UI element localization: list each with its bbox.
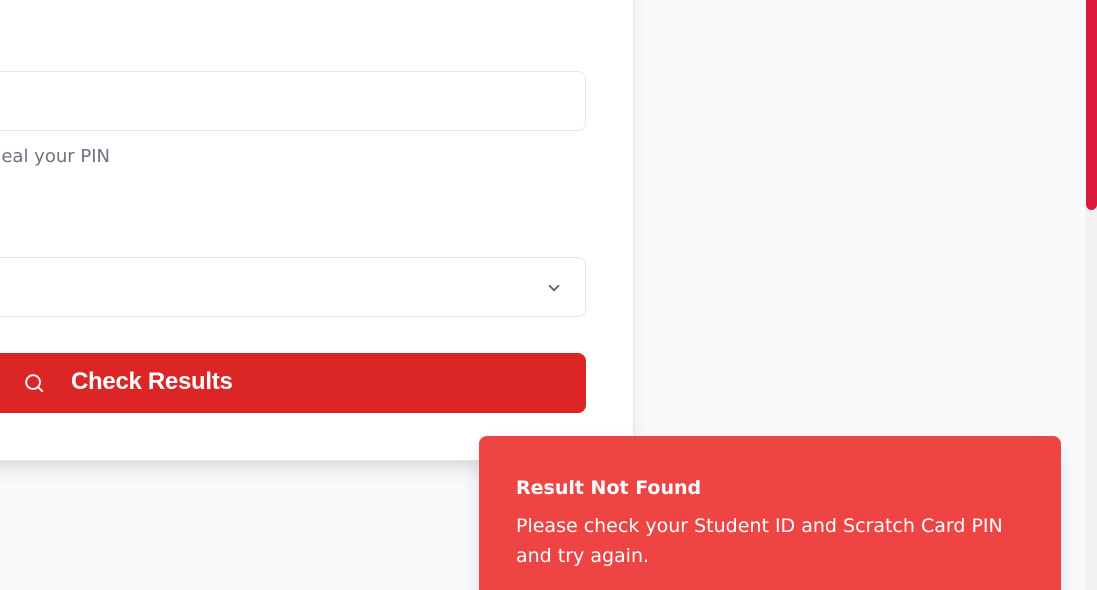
check-results-button[interactable]: Check Results bbox=[0, 353, 586, 413]
result-check-form-card: eal your PIN Check Results bbox=[0, 0, 634, 461]
page: eal your PIN Check Results Result Not Fo… bbox=[0, 0, 1097, 590]
term-select[interactable] bbox=[0, 257, 586, 317]
scrollbar-thumb[interactable] bbox=[1086, 0, 1097, 210]
toast-message: Please check your Student ID and Scratch… bbox=[516, 515, 1003, 567]
chevron-down-icon bbox=[548, 284, 560, 292]
pin-hint-text: eal your PIN bbox=[1, 146, 110, 167]
check-results-label: Check Results bbox=[71, 368, 233, 395]
error-toast[interactable]: Result Not Found Please check your Stude… bbox=[479, 436, 1061, 590]
search-icon bbox=[25, 374, 44, 393]
toast-title: Result Not Found bbox=[516, 477, 702, 499]
pin-input[interactable] bbox=[0, 71, 586, 131]
